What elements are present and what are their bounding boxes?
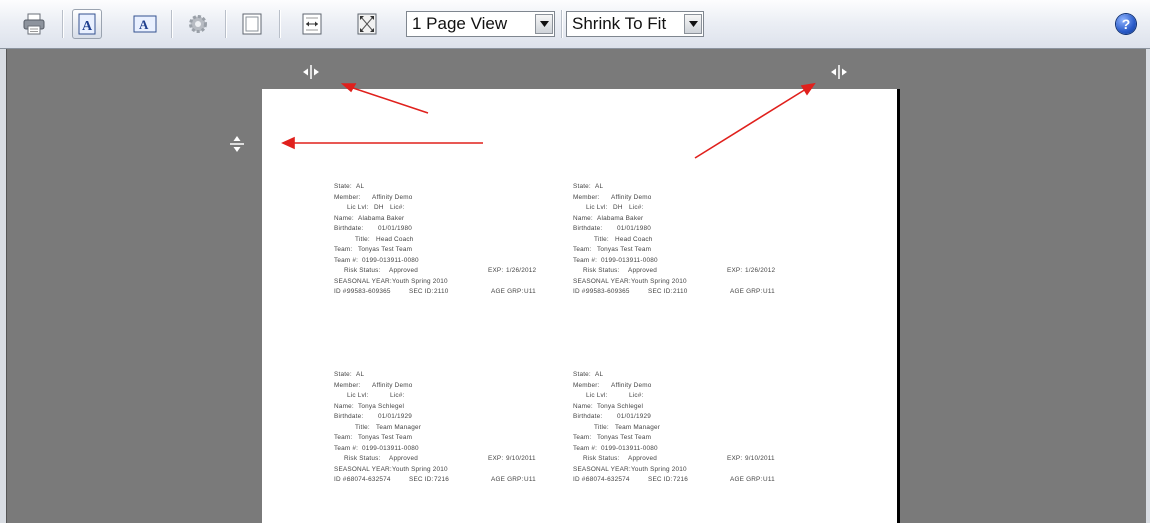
annotation-arrows xyxy=(281,82,816,159)
annotation-arrow xyxy=(694,88,807,159)
annotation-arrowhead xyxy=(800,82,816,96)
annotation-arrow xyxy=(349,86,429,114)
annotation-arrowhead xyxy=(281,136,295,150)
annotation-arrowhead xyxy=(340,83,357,93)
